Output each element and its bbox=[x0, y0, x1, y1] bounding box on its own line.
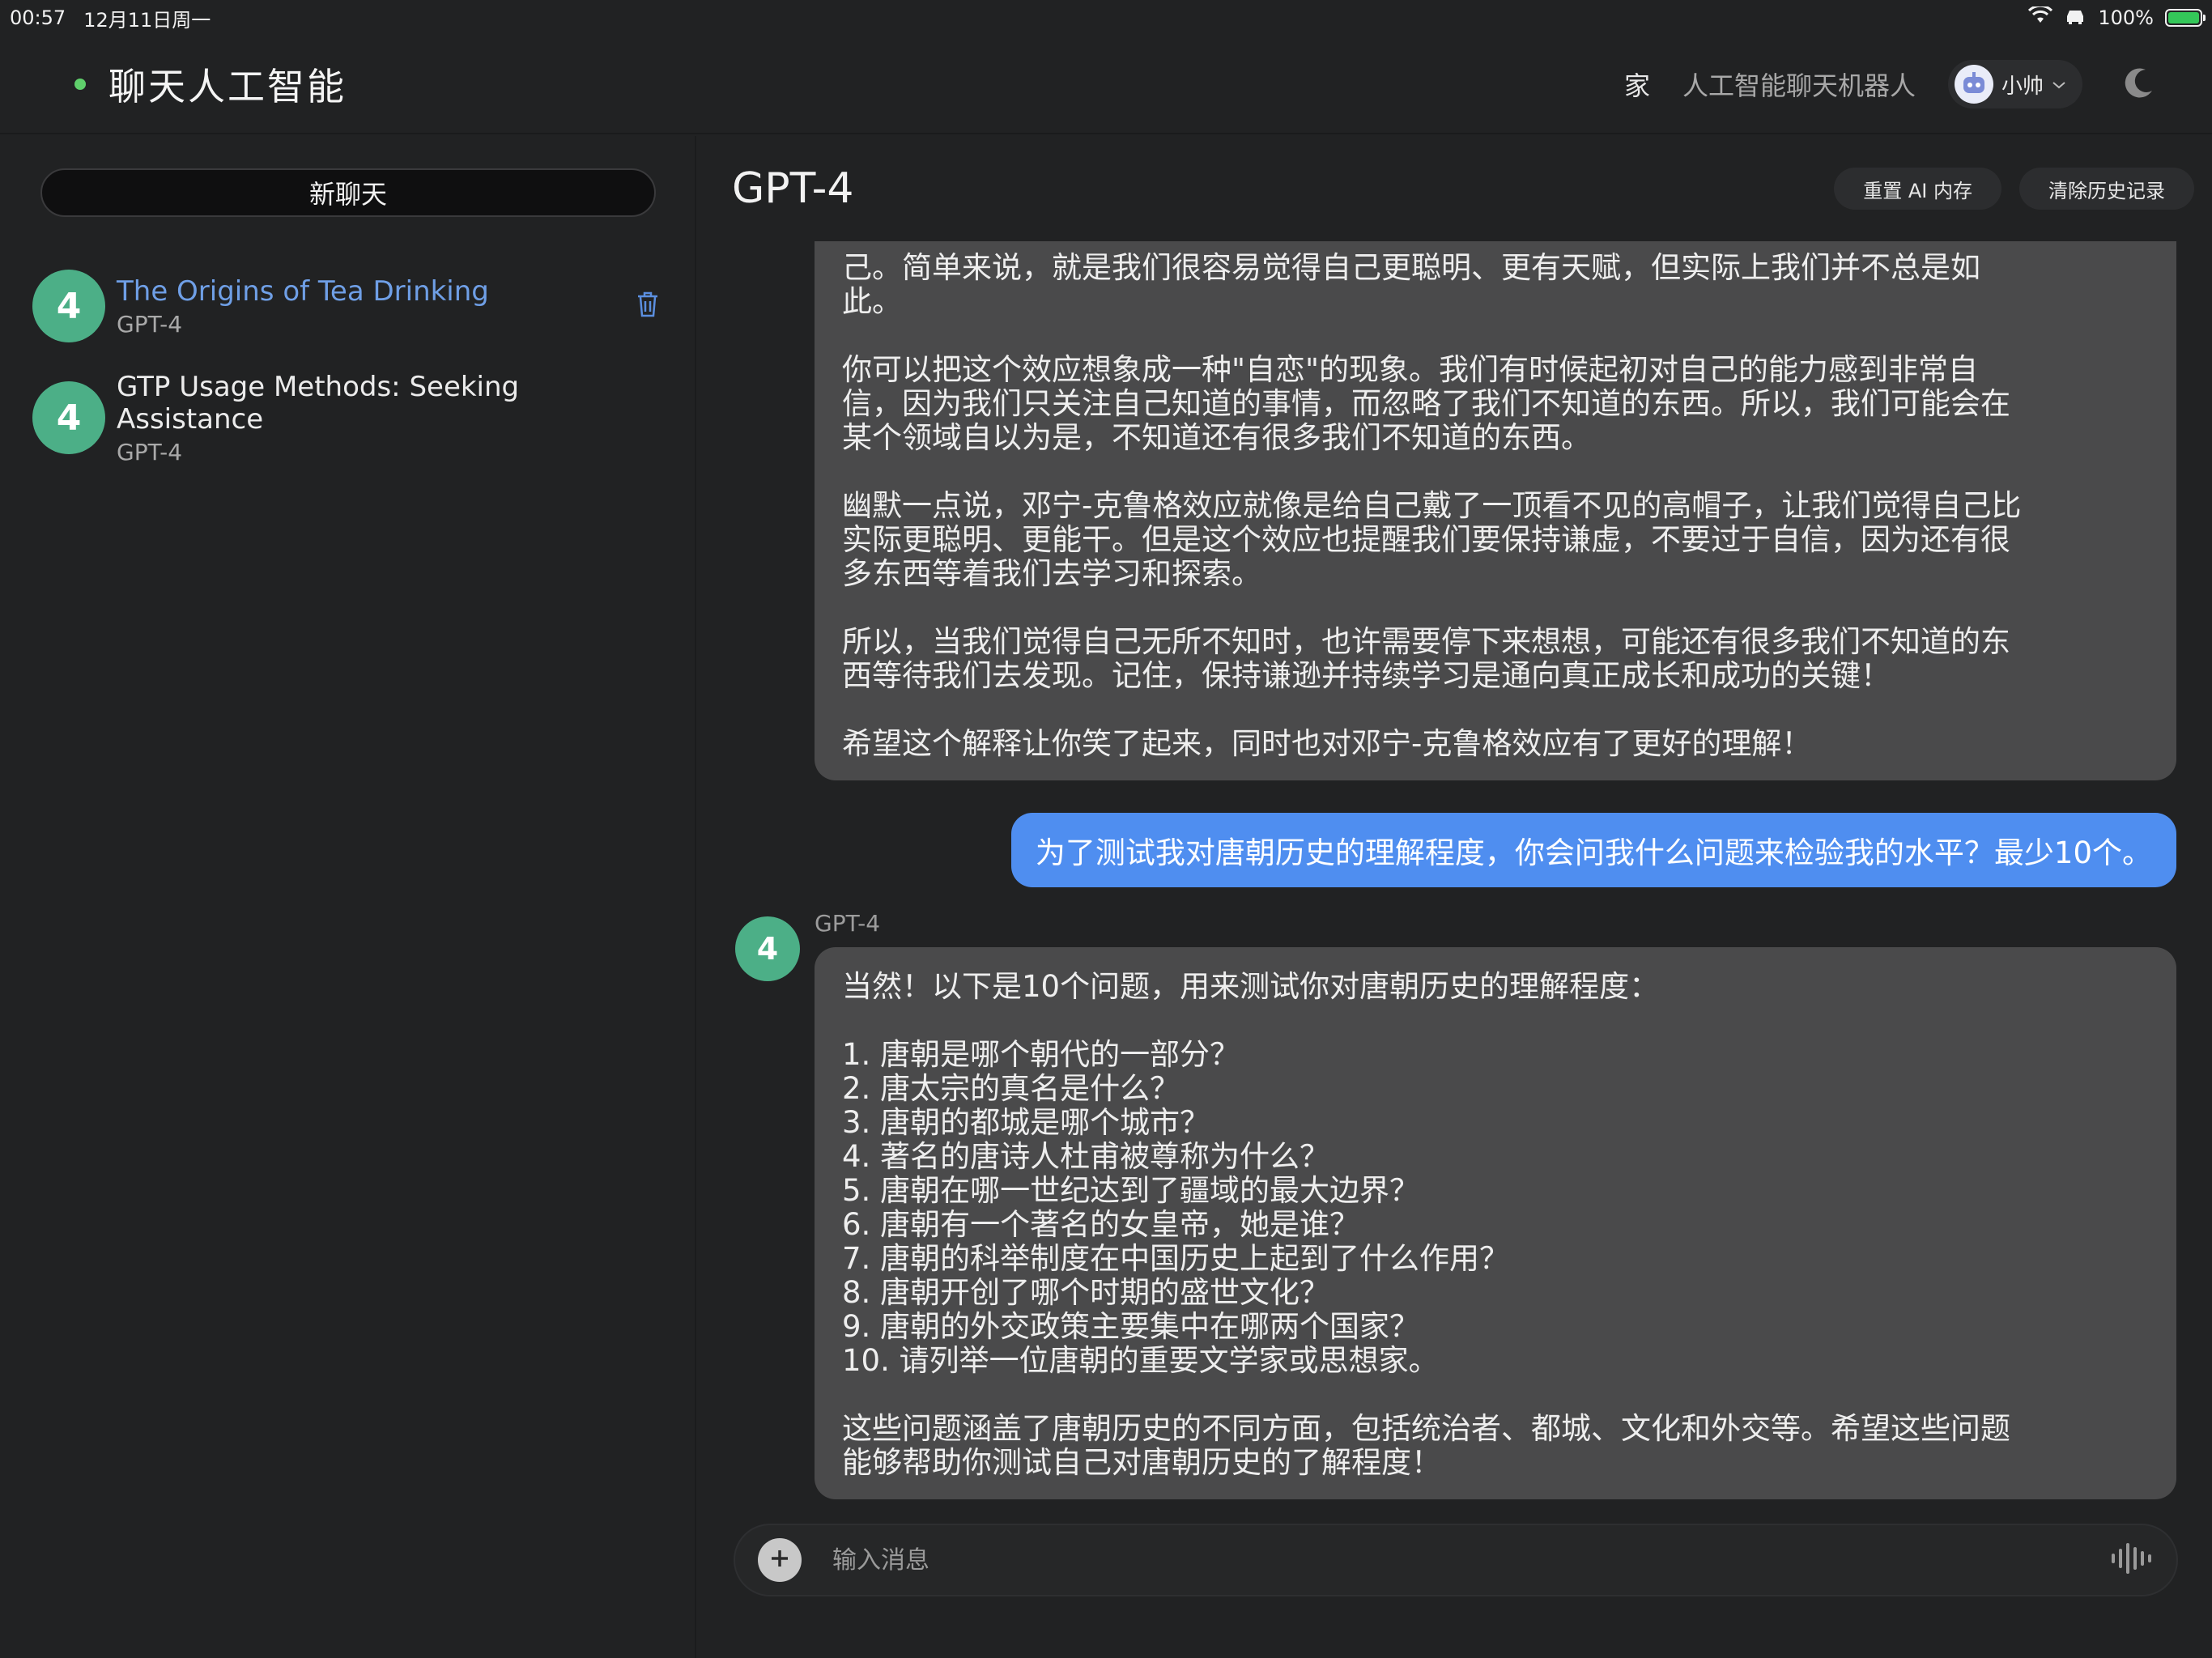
status-time: 00:57 bbox=[10, 6, 66, 29]
conversation-model: GPT-4 bbox=[117, 438, 183, 466]
dark-mode-toggle[interactable] bbox=[2115, 60, 2163, 108]
gpt4-avatar: 4 bbox=[32, 270, 105, 342]
message-input[interactable] bbox=[832, 1545, 2107, 1575]
top-nav: 聊天人工智能 家 人工智能聊天机器人 小帅 bbox=[0, 36, 2212, 134]
model-title: GPT-4 bbox=[732, 164, 854, 213]
clear-history-button[interactable]: 清除历史记录 bbox=[2019, 168, 2194, 210]
wifi-icon bbox=[2028, 4, 2053, 29]
bot-message: 当然！以下是10个问题，用来测试你对唐朝历史的理解程度： 1. 唐朝是哪个朝代的… bbox=[815, 947, 2176, 1499]
conversation-item[interactable]: 4 The Origins of Tea Drinking GPT-4 bbox=[32, 266, 664, 346]
plus-icon bbox=[769, 1548, 790, 1572]
status-date: 12月11日周一 bbox=[83, 8, 211, 32]
bot-message: 己。简单来说，就是我们很容易觉得自己更聪明、更有天赋，但实际上我们并不总是如 此… bbox=[815, 241, 2176, 780]
user-message: 为了测试我对唐朝历史的理解程度，你会问我什么问题来检验我的水平？最少10个。 bbox=[1010, 813, 2176, 887]
nav-chatbot-link[interactable]: 人工智能聊天机器人 bbox=[1682, 66, 1916, 103]
nav-right: 家 人工智能聊天机器人 小帅 bbox=[1624, 60, 2163, 108]
moon-icon bbox=[2121, 65, 2157, 104]
chevron-down-icon bbox=[2052, 74, 2066, 94]
status-left: 00:57 12月11日周一 bbox=[10, 4, 211, 32]
trash-icon bbox=[636, 291, 660, 321]
conversation-text: The Origins of Tea Drinking GPT-4 bbox=[117, 275, 632, 338]
message-list[interactable]: 己。简单来说，就是我们很容易觉得自己更聪明、更有天赋，但实际上我们并不总是如 此… bbox=[698, 241, 2212, 1545]
chat-header: GPT-4 重置 AI 内存 清除历史记录 bbox=[698, 136, 2212, 241]
voice-input-button[interactable] bbox=[2107, 1536, 2155, 1584]
header-actions: 重置 AI 内存 清除历史记录 bbox=[1834, 168, 2194, 210]
conversation-item[interactable]: 4 GTP Usage Methods: Seeking Assistance … bbox=[32, 371, 664, 466]
status-bar: 00:57 12月11日周一 100% bbox=[0, 0, 2212, 36]
sidebar: 新聊天 4 The Origins of Tea Drinking GPT-4 … bbox=[0, 136, 696, 1658]
robot-avatar-icon bbox=[1954, 65, 1993, 104]
battery-icon bbox=[2165, 9, 2206, 27]
chat-panel: GPT-4 重置 AI 内存 清除历史记录 己。简单来说，就是我们很容易觉得自己… bbox=[698, 136, 2212, 1658]
conversation-model: GPT-4 bbox=[117, 310, 183, 338]
user-menu[interactable]: 小帅 bbox=[1947, 60, 2082, 108]
online-dot-icon bbox=[74, 79, 86, 90]
conversation-text: GTP Usage Methods: Seeking Assistance GP… bbox=[117, 371, 664, 466]
new-chat-button[interactable]: 新聊天 bbox=[40, 168, 656, 217]
brand-title: 聊天人工智能 bbox=[108, 65, 347, 108]
bot-name: GPT-4 bbox=[815, 910, 881, 937]
conversation-title: GTP Usage Methods: Seeking Assistance bbox=[117, 370, 520, 436]
gpt4-avatar: 4 bbox=[32, 381, 105, 454]
attach-button[interactable] bbox=[758, 1538, 802, 1582]
brand[interactable]: 聊天人工智能 bbox=[74, 57, 347, 111]
reset-memory-button[interactable]: 重置 AI 内存 bbox=[1834, 168, 2001, 210]
status-right: 100% bbox=[2028, 4, 2206, 29]
car-icon bbox=[2064, 6, 2087, 29]
conversation-title: The Origins of Tea Drinking bbox=[117, 274, 489, 308]
user-name: 小帅 bbox=[2001, 74, 2044, 99]
battery-percent: 100% bbox=[2098, 6, 2154, 29]
nav-home-link[interactable]: 家 bbox=[1624, 66, 1650, 103]
delete-conversation-button[interactable] bbox=[632, 290, 664, 322]
gpt4-avatar: 4 bbox=[735, 916, 800, 981]
message-composer bbox=[734, 1524, 2178, 1596]
waveform-icon bbox=[2110, 1540, 2152, 1580]
